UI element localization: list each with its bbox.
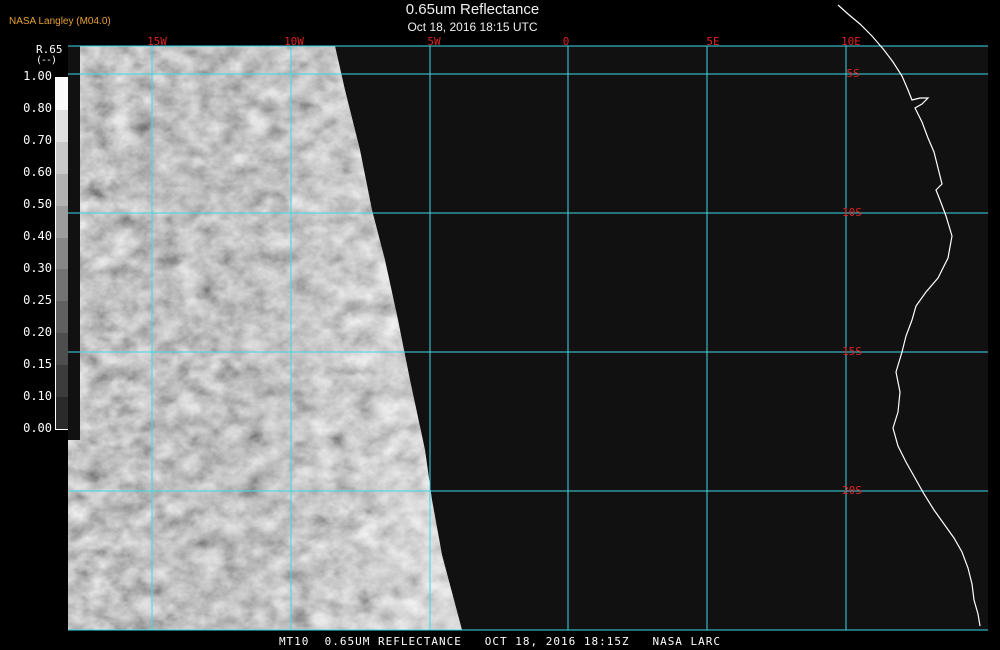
longitude-label: 0 xyxy=(563,35,570,48)
latitude-label: 15S xyxy=(842,345,862,358)
longitude-label: 10E xyxy=(841,35,861,48)
longitude-label: 15W xyxy=(147,35,167,48)
latitude-label: 5S xyxy=(846,67,859,80)
longitude-label: 5W xyxy=(427,35,441,48)
latitude-label: 20S xyxy=(842,484,862,497)
latitude-label: 10S xyxy=(842,206,862,219)
longitude-label: 10W xyxy=(284,35,304,48)
satellite-map: 15W 10W 5W 0 5E 10E 5S 10S 15S 20S xyxy=(68,4,988,631)
longitude-label: 5E xyxy=(706,35,719,48)
footer-caption: MT10 0.65UM REFLECTANCE OCT 18, 2016 18:… xyxy=(278,635,722,648)
